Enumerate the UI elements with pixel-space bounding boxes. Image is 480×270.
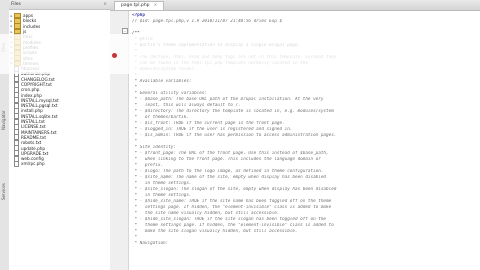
ide-window: Files Navigator Services Files × ▸ apps ▸ b… bbox=[0, 0, 480, 270]
files-panel-title: Files bbox=[11, 2, 21, 7]
editor-tab-label: page.tpl.php bbox=[121, 3, 150, 8]
file-icon bbox=[14, 161, 19, 167]
editor-tabbar: page.tpl.php × bbox=[110, 0, 480, 11]
files-panel-header: Files × bbox=[9, 0, 110, 10]
file-item[interactable]: xmlrpc.php bbox=[9, 161, 110, 167]
file-label: robots.txt bbox=[21, 140, 42, 146]
folder-label: scripts bbox=[23, 50, 37, 56]
file-label: web.config bbox=[21, 156, 44, 162]
file-label: LICENSE.txt bbox=[21, 124, 46, 130]
folder-label: themes bbox=[23, 60, 39, 66]
tool-tab-services[interactable]: Services bbox=[1, 160, 8, 200]
code-line: * Navigation: bbox=[132, 241, 169, 246]
editor-tab[interactable]: page.tpl.php × bbox=[114, 1, 165, 10]
file-label: CHANGELOG.txt bbox=[21, 76, 55, 82]
editor: page.tpl.php × − <?php// $Id: page.tpl.ph… bbox=[110, 0, 480, 270]
folder-label: js bbox=[23, 29, 27, 35]
file-label: htaccess bbox=[21, 66, 40, 72]
tool-tab-navigator[interactable]: Navigator bbox=[1, 90, 8, 130]
files-panel: Files × ▸ apps ▸ blocks ▸ includes ▸ js ▸ misc ▸ mo… bbox=[9, 0, 111, 270]
tool-tab-files[interactable]: Files bbox=[1, 12, 8, 52]
file-label: cron.php bbox=[21, 87, 40, 93]
folder-label: modules bbox=[23, 39, 41, 45]
file-label: MAINTAINERS.txt bbox=[21, 129, 57, 135]
close-icon[interactable]: × bbox=[103, 2, 107, 7]
file-label: index.php bbox=[21, 92, 42, 98]
file-label: COPYRIGHT.txt bbox=[21, 82, 52, 87]
file-label: authorize.php bbox=[21, 71, 51, 77]
folder-label: blocks bbox=[23, 18, 37, 24]
folder-label: sites bbox=[23, 55, 33, 61]
file-tree: ▸ apps ▸ blocks ▸ includes ▸ js ▸ misc ▸ modules ▸ pr… bbox=[9, 13, 110, 167]
folder-label: apps bbox=[23, 13, 34, 19]
file-label: update.php bbox=[21, 145, 46, 151]
file-label: xmlrpc.php bbox=[21, 161, 45, 167]
tab-close-icon[interactable]: × bbox=[154, 3, 158, 8]
file-label: install.php bbox=[21, 108, 43, 114]
file-label: INSTALL.mysql.txt bbox=[21, 97, 59, 103]
file-label: INSTALL.pgsql.txt bbox=[21, 103, 58, 109]
fold-toggle-icon[interactable]: − bbox=[122, 28, 128, 34]
folder-label: includes bbox=[23, 23, 41, 29]
breakpoint-icon[interactable] bbox=[112, 53, 117, 58]
folder-label: profiles bbox=[23, 44, 39, 50]
folder-label: misc bbox=[23, 34, 33, 40]
line-gutter[interactable]: − bbox=[110, 11, 129, 270]
file-label: INSTALL.txt bbox=[21, 119, 45, 125]
file-label: UPGRADE.txt bbox=[21, 150, 49, 156]
file-label: README.txt bbox=[21, 134, 46, 140]
code-area[interactable]: <?php// $Id: page.tpl.php,v 1.9 2010/11/… bbox=[132, 13, 480, 270]
file-label: INSTALL.sqlite.txt bbox=[21, 113, 58, 119]
